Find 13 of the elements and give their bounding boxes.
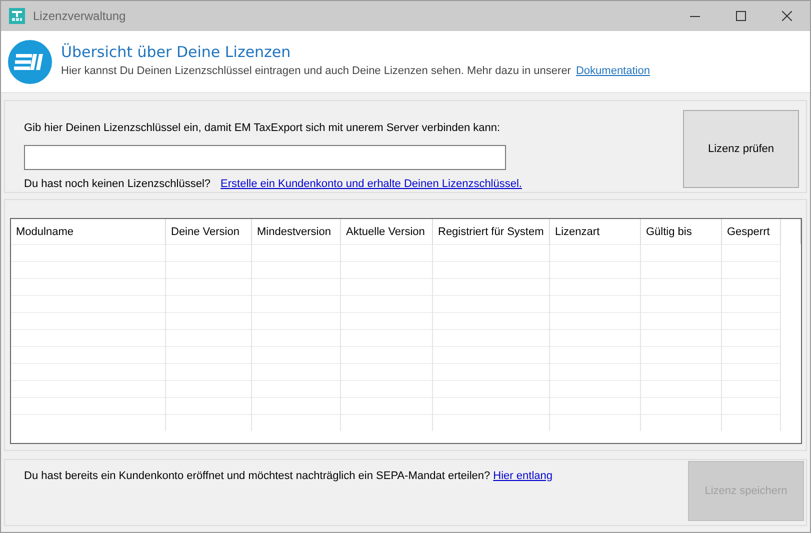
sepa-link[interactable]: Hier entlang <box>493 470 552 482</box>
header-title: Übersicht über Deine Lizenzen <box>61 43 292 61</box>
header-description: Hier kannst Du Deinen Lizenzschlüssel eintragen und auch Deine Lizenzen sehen. Mehr dazu in unserer <box>61 65 571 77</box>
documentation-link[interactable]: Dokumentation <box>576 65 650 77</box>
license-key-field[interactable] <box>24 145 506 170</box>
check-license-button[interactable]: Lizenz prüfen <box>683 110 799 188</box>
key-label: Gib hier Deinen Lizenzschlüssel ein, damit EM TaxExport sich mit unerem Server verbinden kann: <box>24 122 502 134</box>
window-title: Lizenzverwaltung <box>33 9 126 23</box>
sepa-text: Du hast bereits ein Kundenkonto eröffnet und möchtest nachträglich ein SEPA-Mandat erteilen? <box>24 470 490 482</box>
create-account-link[interactable]: Erstelle ein Kundenkonto und erhalte Deinen Lizenzschlüssel. <box>220 178 522 190</box>
logo-icon <box>8 40 52 84</box>
app-icon <box>9 8 25 24</box>
no-key-hint: Du hast noch keinen Lizenzschlüssel? <box>24 178 211 190</box>
